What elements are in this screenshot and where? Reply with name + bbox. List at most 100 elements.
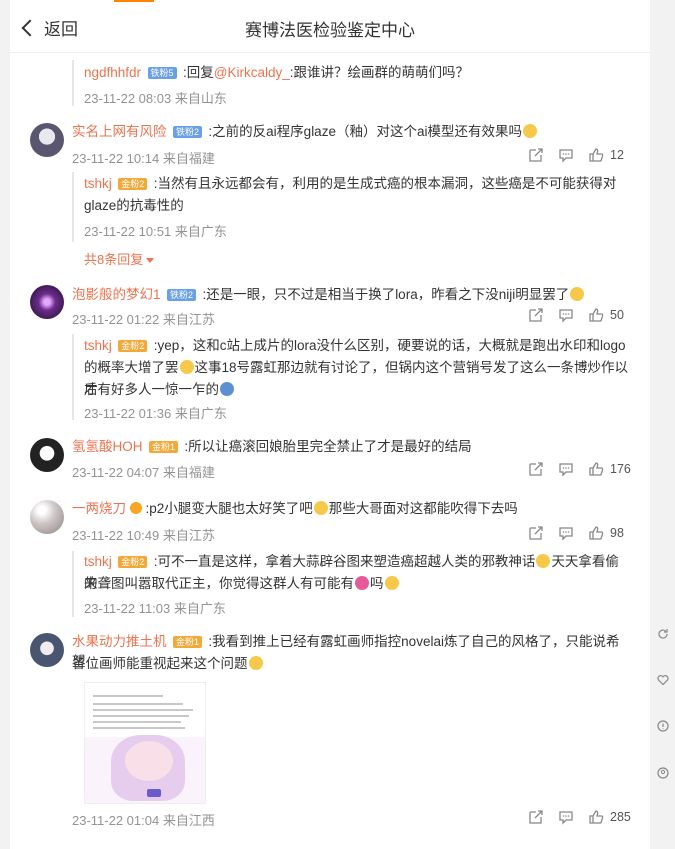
avatar[interactable] xyxy=(30,500,64,534)
image-text-line xyxy=(93,703,183,705)
comment-author[interactable]: 水果动力推土机 xyxy=(72,634,167,649)
image-text-line xyxy=(93,721,181,723)
reply-item: ngdfhhfdr 铁粉5 :回复@Kirkcaldy_:跟谁讲？绘画群的萌萌们… xyxy=(84,62,632,84)
comment-author[interactable]: 一两烧刀 xyxy=(72,501,126,516)
comment-meta: 23-11-22 01:22 来自江苏 xyxy=(72,312,215,327)
reply-author[interactable]: tshkj xyxy=(84,554,112,569)
emoji-icon xyxy=(313,501,328,515)
attached-image[interactable] xyxy=(84,682,206,804)
reply-author[interactable]: tshkj xyxy=(84,338,112,353)
reply-meta: 23-11-22 01:36 来自广东 xyxy=(84,406,227,421)
reply-divider xyxy=(72,60,74,106)
avatar[interactable] xyxy=(30,285,64,319)
fan-badge: 金粉2 xyxy=(118,178,148,190)
fan-badge: 铁粉2 xyxy=(166,289,196,301)
emoji-icon xyxy=(536,554,551,568)
illustration-face xyxy=(125,741,173,781)
fan-badge: 铁粉5 xyxy=(147,67,177,79)
top-bar: 返回 赛博法医检验鉴定中心 xyxy=(10,0,650,53)
fan-badge: 金粉2 xyxy=(118,340,148,352)
comment-button[interactable] xyxy=(558,809,574,825)
reply-prefix: :回复 xyxy=(182,65,214,80)
comment-icon xyxy=(559,309,573,323)
emoji-icon xyxy=(248,656,263,670)
comment-body: 泡影般的梦幻1 铁粉2 :还是一眼，只不过是相当于换了lora，昨看之下没nij… xyxy=(72,285,632,305)
thumbs-up-icon xyxy=(589,148,604,162)
fan-badge: 金粉2 xyxy=(118,556,148,568)
reply-text: :yep，这和c站上成片的lora没什么区别，硬要说的话，大概就是跑出水印和lo… xyxy=(153,338,626,353)
comment-author[interactable]: 泡影般的梦幻1 xyxy=(72,287,161,302)
reply-divider xyxy=(72,551,74,617)
comment-body: 实名上网有风险 铁粉2 :之前的反ai程序glaze（釉）对这个ai模型还有效果… xyxy=(72,122,632,142)
fan-badge: 金粉1 xyxy=(172,636,202,648)
emoji-icon xyxy=(384,576,399,590)
reply-text: glaze的抗毒性的 xyxy=(84,198,184,213)
reply-author[interactable]: tshkj xyxy=(84,176,112,191)
like-count: 98 xyxy=(610,526,624,540)
comment-meta: 23-11-22 10:49 来自江苏 xyxy=(72,528,215,543)
like-count: 12 xyxy=(610,148,624,162)
comment-text-line: 各位画师能重视起来这个问题 xyxy=(72,654,632,674)
comment-icon xyxy=(559,463,573,477)
reply-text: 的概率大增了罢 xyxy=(84,360,179,375)
comment-text: :p2小腿变大腿也太好笑了吧 xyxy=(145,501,313,516)
reply-text: :当然有且永远都会有，利用的是生成式癌的根本漏洞，这些癌是不可能获得对 xyxy=(153,176,617,191)
reply-meta: 23-11-22 10:51 来自广东 xyxy=(84,224,227,239)
like-button[interactable]: 285 xyxy=(588,809,631,825)
thumbs-up-icon xyxy=(589,462,604,476)
comment-button[interactable] xyxy=(558,525,574,541)
more-replies-link[interactable]: 共8条回复 xyxy=(84,249,155,268)
avatar[interactable] xyxy=(30,633,64,667)
info-icon[interactable] xyxy=(657,720,669,732)
comment-button[interactable] xyxy=(558,307,574,323)
like-button[interactable]: 12 xyxy=(588,147,624,163)
reply-meta: 23-11-22 08:03 来自山东 xyxy=(84,91,227,106)
comment-text: :所以让癌滚回娘胎里完全禁止了才是最好的结局 xyxy=(184,439,472,454)
comment-actions: 12 xyxy=(528,146,638,164)
reply-item: tshkj 金粉2 :当然有且永远都会有，利用的是生成式癌的根本漏洞，这些癌是不… xyxy=(84,173,632,195)
reply-divider xyxy=(72,172,74,242)
emoji-icon xyxy=(220,382,234,396)
reply-divider xyxy=(72,334,74,420)
share-icon xyxy=(529,462,543,476)
comment-page: 返回 赛博法医检验鉴定中心 ngdfhhfdr 铁粉5 :回复@Kirkcald… xyxy=(10,0,650,849)
share-icon xyxy=(529,148,543,162)
like-button[interactable]: 176 xyxy=(588,461,631,477)
comment-icon xyxy=(559,811,573,825)
reply-text: 的聋图叫嚣取代正主，你觉得这群人有可能有 xyxy=(84,576,354,591)
emoji-icon xyxy=(355,576,369,590)
avatar[interactable] xyxy=(30,438,64,472)
mention-link[interactable]: @Kirkcaldy_ xyxy=(214,65,290,80)
like-count: 285 xyxy=(610,810,631,824)
reply-text: 吗 xyxy=(370,576,384,591)
reply-text-line: glaze的抗毒性的 xyxy=(84,195,632,217)
comment-meta: 23-11-22 10:14 来自福建 xyxy=(72,151,215,166)
share-button[interactable] xyxy=(528,525,544,541)
like-button[interactable]: 50 xyxy=(588,307,624,323)
illustration-bow xyxy=(147,789,161,797)
share-button[interactable] xyxy=(528,461,544,477)
comment-author[interactable]: 氢氢酸HOH xyxy=(72,439,143,454)
reply-text-line: 的聋图叫嚣取代正主，你觉得这群人有可能有 吗 xyxy=(84,573,632,595)
reply-author[interactable]: ngdfhhfdr xyxy=(84,65,141,80)
comment-actions: 176 xyxy=(528,460,638,478)
comment-button[interactable] xyxy=(558,147,574,163)
reply-text: :可不一直是这样，拿着大蒜辟谷图来塑造癌超越人类的邪教神话 xyxy=(153,554,536,569)
member-icon xyxy=(130,502,143,514)
page-title: 赛博法医检验鉴定中心 xyxy=(245,21,415,40)
refresh-icon[interactable] xyxy=(657,628,669,640)
share-button[interactable] xyxy=(528,307,544,323)
user-circle-icon[interactable] xyxy=(657,767,669,779)
comment-button[interactable] xyxy=(558,461,574,477)
image-text-line xyxy=(93,727,185,729)
emoji-icon xyxy=(179,360,194,374)
heart-icon[interactable] xyxy=(657,674,669,686)
comment-actions: 98 xyxy=(528,524,638,542)
like-button[interactable]: 98 xyxy=(588,525,624,541)
avatar[interactable] xyxy=(30,123,64,157)
share-button[interactable] xyxy=(528,147,544,163)
share-button[interactable] xyxy=(528,809,544,825)
fan-badge: 铁粉2 xyxy=(172,126,202,138)
comment-text: :之前的反ai程序glaze（釉）对这个ai模型还有效果吗 xyxy=(208,124,522,139)
comment-author[interactable]: 实名上网有风险 xyxy=(72,124,167,139)
